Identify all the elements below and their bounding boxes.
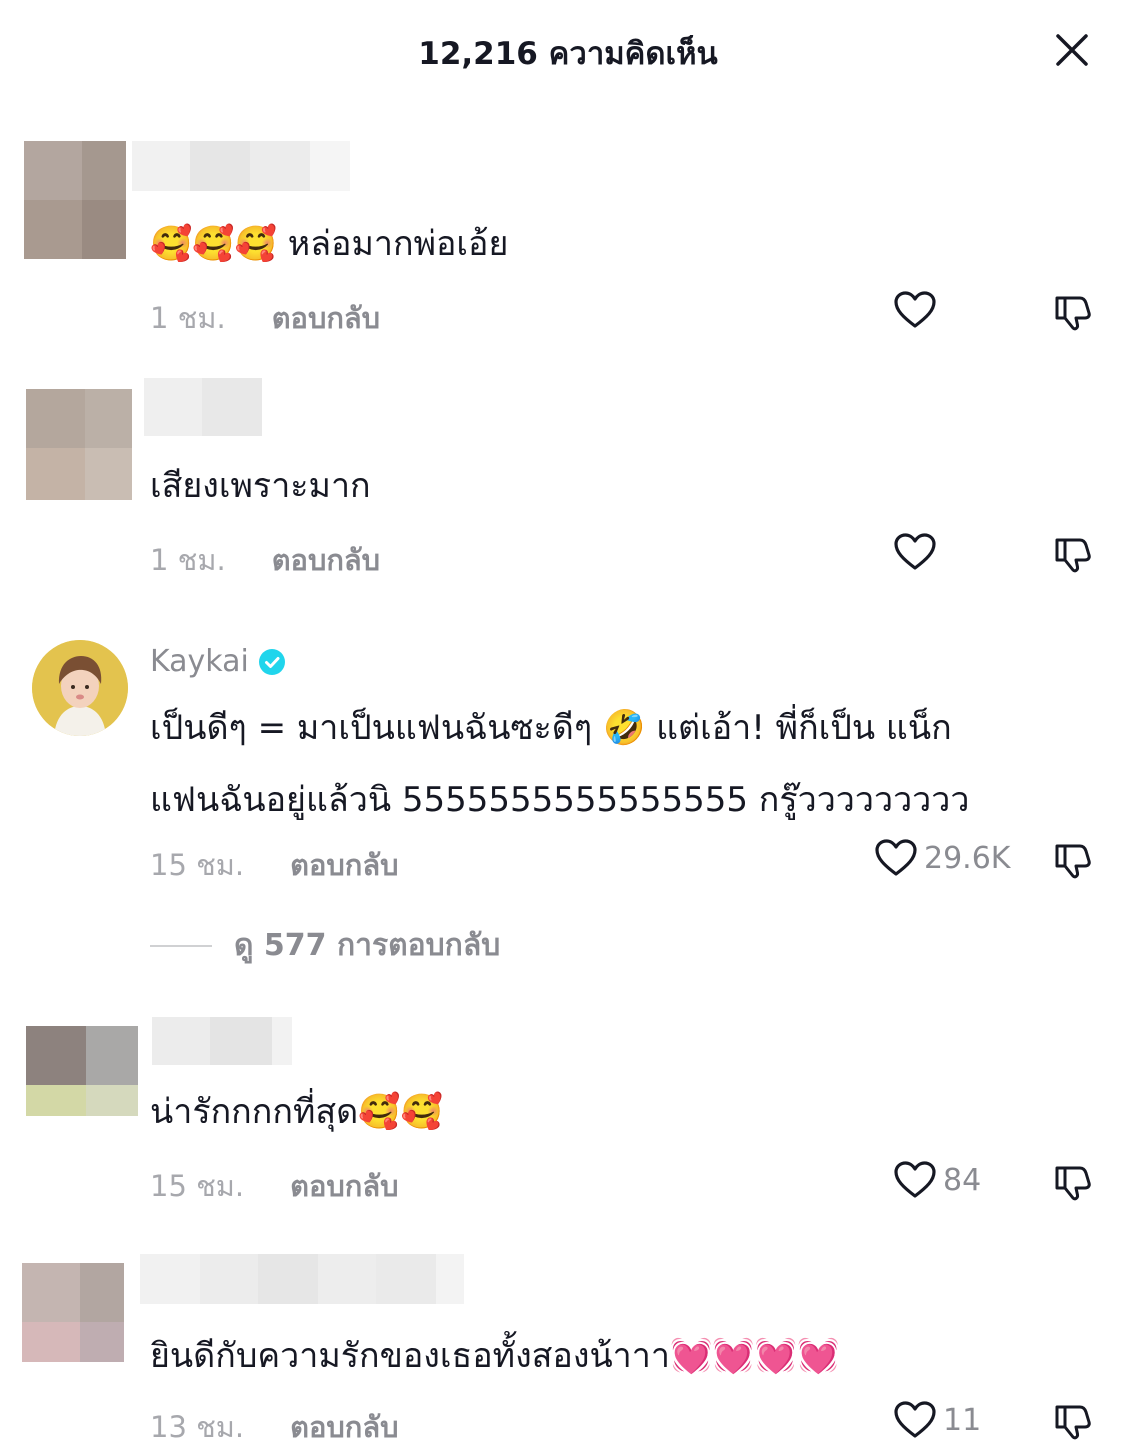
like-count: 11 (943, 1402, 982, 1438)
dislike-icon (1055, 1166, 1091, 1201)
comment-meta: 13 ชม. ตอบกลับ (150, 1404, 399, 1450)
dislike-icon (1055, 844, 1091, 879)
dislike-button[interactable] (1052, 1162, 1092, 1206)
username[interactable]: Kaykai (150, 644, 249, 679)
heart-icon (894, 291, 936, 328)
dislike-button[interactable] (1052, 1401, 1092, 1445)
comment-meta: 15 ชม. ตอบกลับ (150, 842, 399, 888)
reply-button[interactable]: ตอบกลับ (272, 537, 380, 583)
comment-text: 🥰🥰🥰 หล่อมากพ่อเอ้ย (150, 224, 509, 264)
verified-badge-icon (258, 648, 285, 675)
comment-text: เป็นดีๆ = มาเป็นแฟนฉันซะดีๆ 🤣 แต่เอ้า! พ… (150, 708, 970, 820)
view-replies-label[interactable]: ดู 577 การตอบกลับ (234, 922, 500, 969)
heart-icon (894, 1161, 936, 1198)
dislike-button[interactable] (1052, 292, 1092, 336)
dislike-button[interactable] (1052, 534, 1092, 578)
comment-time: 15 ชม. (150, 1169, 245, 1203)
comment-meta: 1 ชม. ตอบกลับ (150, 295, 380, 341)
comment-meta: 15 ชม. ตอบกลับ (150, 1163, 399, 1209)
avatar-image (32, 640, 128, 736)
reply-button[interactable]: ตอบกลับ (290, 842, 398, 888)
comment-text: เสียงเพราะมาก (150, 466, 371, 506)
avatar-blurred[interactable] (26, 389, 132, 500)
divider-line (150, 944, 212, 947)
username-blurred[interactable] (144, 378, 262, 436)
reply-button[interactable]: ตอบกลับ (290, 1163, 398, 1209)
like-count: 29.6K (924, 840, 1011, 876)
reply-button[interactable]: ตอบกลับ (290, 1404, 398, 1450)
like-count: 84 (943, 1162, 982, 1198)
avatar-blurred[interactable] (26, 1026, 138, 1116)
reply-button[interactable]: ตอบกลับ (272, 295, 380, 341)
comment-time: 15 ชม. (150, 848, 245, 882)
like-button[interactable] (893, 290, 943, 330)
comment-time: 13 ชม. (150, 1410, 245, 1444)
comment-text: ยินดีกับความรักของเธอทั้งสองน้าาา💓💓💓💓 (150, 1336, 840, 1376)
comment-time: 1 ชม. (150, 301, 226, 335)
heart-icon (894, 533, 936, 570)
username-blurred[interactable] (152, 1017, 292, 1065)
username-blurred[interactable] (132, 141, 350, 191)
dislike-icon (1055, 1405, 1091, 1440)
heart-icon (894, 1401, 936, 1438)
comment-text: น่ารักกกกที่สุด🥰🥰 (150, 1092, 443, 1132)
like-button[interactable]: 84 (893, 1160, 981, 1200)
username-blurred[interactable] (140, 1254, 464, 1304)
dislike-icon (1055, 296, 1091, 331)
comments-count-title: 12,216 ความคิดเห็น (418, 36, 718, 72)
like-button[interactable] (893, 532, 943, 572)
view-replies-button[interactable]: ดู 577 การตอบกลับ (150, 922, 500, 969)
comment-author[interactable]: Kaykai (150, 644, 285, 679)
avatar-blurred[interactable] (24, 141, 126, 259)
heart-icon (875, 839, 917, 876)
comment-meta: 1 ชม. ตอบกลับ (150, 537, 380, 583)
comment-time: 1 ชม. (150, 543, 226, 577)
close-button[interactable] (1052, 30, 1092, 70)
avatar-blurred[interactable] (22, 1263, 124, 1362)
comments-header: 12,216 ความคิดเห็น (0, 0, 1136, 100)
avatar[interactable] (32, 640, 128, 736)
dislike-icon (1055, 538, 1091, 573)
close-icon (1056, 34, 1088, 66)
like-button[interactable]: 29.6K (874, 838, 1010, 878)
dislike-button[interactable] (1052, 840, 1092, 884)
like-button[interactable]: 11 (893, 1400, 981, 1440)
